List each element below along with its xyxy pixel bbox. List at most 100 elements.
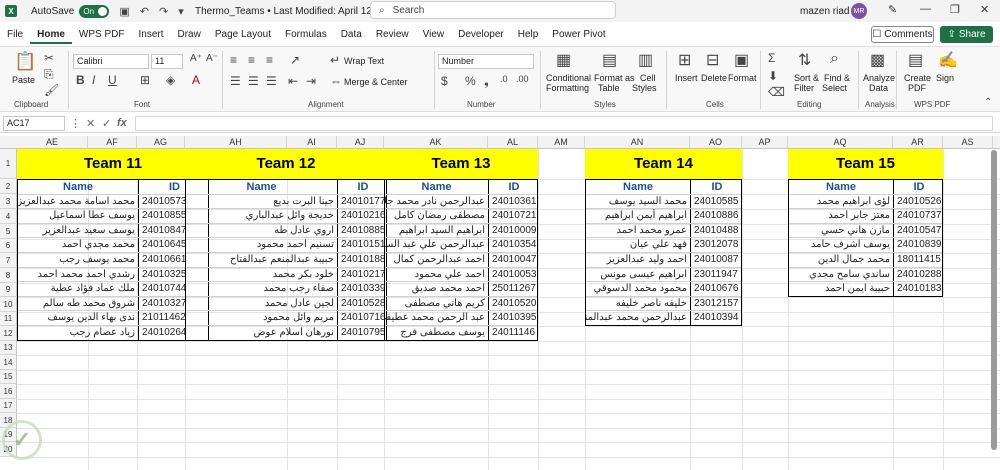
name-cell[interactable]: مريم وائل محمود: [186, 311, 338, 325]
name-cell[interactable]: كريم هاني مصطفى: [385, 296, 489, 311]
id-cell[interactable]: 24010217: [338, 268, 386, 282]
name-cell[interactable]: يوسف سعيد عبدالعزيز: [18, 223, 139, 238]
name-cell[interactable]: Name: [586, 180, 691, 194]
menu-formulas[interactable]: Formulas: [278, 26, 334, 44]
font-color-icon[interactable]: A: [192, 73, 200, 87]
name-cell[interactable]: عبدالرحمن علي عبد السلام: [385, 238, 489, 252]
search-box[interactable]: ⌕ Search: [370, 1, 616, 19]
name-cell[interactable]: حبيبة ايمن احمد: [789, 282, 894, 296]
merge-center-button[interactable]: Merge & Center: [344, 77, 408, 87]
team-title[interactable]: Team 12: [185, 149, 387, 179]
comments-button[interactable]: ☐ Comments: [871, 26, 934, 43]
menu-data[interactable]: Data: [334, 26, 369, 44]
name-cell[interactable]: احمد علي محمود: [385, 267, 489, 282]
table-row[interactable]: ابراهيم عيسى مونس 23011947: [586, 267, 741, 283]
id-cell[interactable]: 24010737: [894, 209, 942, 223]
table-row[interactable]: عبد الرحمن محمد عطيفي 24010395: [385, 311, 537, 326]
column-header[interactable]: AH: [185, 136, 287, 149]
table-row[interactable]: يوسف مصطفى فرج 24011146: [385, 326, 537, 340]
id-cell[interactable]: 24010394: [691, 311, 741, 325]
align-left-icon[interactable]: ☰: [230, 74, 241, 88]
align-top-icon[interactable]: ≡: [230, 53, 237, 67]
number-format-dropdown[interactable]: Number: [438, 54, 534, 69]
analyze-data-button[interactable]: Analyze: [863, 73, 895, 83]
table-row[interactable]: مصطفى رمضان كامل 24010721: [385, 209, 537, 224]
name-cell[interactable]: نورهان اسلام عوض: [186, 326, 338, 340]
align-center-icon[interactable]: ☰: [248, 74, 259, 88]
name-cell[interactable]: احمد محمد صديق: [385, 282, 489, 296]
decrease-indent-icon[interactable]: ⇤: [288, 74, 298, 88]
id-cell[interactable]: 24010339: [338, 282, 386, 296]
cut-icon[interactable]: ✂: [44, 51, 54, 65]
id-cell[interactable]: 24010183: [894, 282, 942, 296]
row-header[interactable]: 2: [0, 179, 17, 194]
id-cell[interactable]: 24010795: [338, 326, 386, 340]
id-cell[interactable]: 24010047: [489, 253, 537, 267]
conditional-formatting-label[interactable]: Conditional: [546, 73, 591, 83]
increase-indent-icon[interactable]: ⇥: [306, 74, 316, 88]
column-header[interactable]: AQ: [788, 136, 893, 149]
table-row[interactable]: محمد مجدي احمد 24010645: [18, 238, 208, 253]
name-cell[interactable]: فهد علي عيان: [586, 238, 691, 252]
paste-icon[interactable]: 📋: [14, 51, 36, 72]
column-header[interactable]: AF: [88, 136, 137, 149]
cell-styles-label[interactable]: Cell: [640, 73, 656, 83]
name-cell[interactable]: ساندي سامح مجدي: [789, 267, 894, 282]
id-cell[interactable]: 24010526: [894, 195, 942, 209]
name-cell[interactable]: خليفه ناصر خليفه: [586, 296, 691, 311]
format-cells-icon[interactable]: ▣: [734, 50, 749, 70]
column-header[interactable]: AM: [538, 136, 585, 149]
row-header[interactable]: 8: [0, 268, 17, 283]
paste-button[interactable]: Paste: [12, 75, 35, 85]
name-cell[interactable]: خديجة وائل عبدالباري: [186, 209, 338, 223]
analyze-data-icon[interactable]: ▩: [870, 50, 885, 70]
wrap-text-button[interactable]: Wrap Text: [344, 56, 384, 66]
table-row[interactable]: تسنيم احمد محمود 24010151: [186, 238, 386, 253]
percent-icon[interactable]: %: [465, 74, 476, 88]
create-pdf-button[interactable]: Create: [904, 73, 931, 83]
name-cell[interactable]: Name: [789, 180, 894, 194]
insert-cells-icon[interactable]: ⊞: [678, 50, 691, 70]
id-cell[interactable]: 24010361: [489, 195, 537, 209]
name-cell[interactable]: ملك عماد فؤاد عطية: [18, 282, 139, 296]
menu-draw[interactable]: Draw: [171, 26, 208, 44]
menu-wps-pdf[interactable]: WPS PDF: [72, 26, 132, 44]
autosum-icon[interactable]: Σ: [768, 51, 775, 65]
column-header[interactable]: AK: [384, 136, 488, 149]
name-cell[interactable]: جينا البرت بديع: [186, 194, 338, 209]
id-cell[interactable]: 24010585: [691, 195, 741, 209]
table-row[interactable]: ساندي سامح مجدي 24010288: [789, 267, 942, 283]
id-cell[interactable]: ID: [894, 180, 942, 194]
name-cell[interactable]: معتز جابر احمد: [789, 209, 894, 223]
id-cell[interactable]: 24010886: [691, 209, 741, 223]
name-cell[interactable]: عبدالرحمن نادر محمد جلال: [385, 194, 489, 209]
row-header[interactable]: 9: [0, 283, 17, 297]
name-cell[interactable]: ابراهيم عيسى مونس: [586, 267, 691, 282]
menu-developer[interactable]: Developer: [451, 26, 511, 44]
id-cell[interactable]: 24010087: [691, 253, 741, 267]
table-row[interactable]: ابراهيم أيمن ابراهيم 24010886: [586, 209, 741, 224]
column-header[interactable]: AO: [690, 136, 742, 149]
id-cell[interactable]: ID: [338, 180, 386, 194]
name-cell[interactable]: خلود بكر محمد: [186, 267, 338, 282]
name-cell[interactable]: صفاء رجب محمد: [186, 282, 338, 296]
format-cells-button[interactable]: Format: [728, 73, 757, 83]
id-cell[interactable]: 24010839: [894, 238, 942, 252]
align-middle-icon[interactable]: ≡: [248, 53, 255, 67]
name-cell[interactable]: عبدالرحمن محمد عبدالمنعم: [586, 311, 691, 325]
id-cell[interactable]: 23012157: [691, 297, 741, 311]
name-cell[interactable]: محمد يوسف رجب: [18, 253, 139, 267]
id-cell[interactable]: 24010488: [691, 224, 741, 238]
create-pdf-icon[interactable]: ▤: [908, 50, 923, 70]
name-cell[interactable]: Name: [18, 180, 139, 194]
table-row[interactable]: لؤى ابراهيم محمد 24010526: [789, 194, 942, 210]
menu-home[interactable]: Home: [30, 26, 72, 44]
sign-button[interactable]: Sign: [936, 73, 954, 83]
increase-font-icon[interactable]: A⁺: [190, 53, 202, 64]
name-cell[interactable]: عبد الرحمن محمد عطيفي: [385, 311, 489, 325]
align-right-icon[interactable]: ☰: [266, 74, 277, 88]
row-header[interactable]: 6: [0, 239, 17, 253]
collapse-ribbon-icon[interactable]: ⌃: [984, 97, 992, 108]
menu-review[interactable]: Review: [369, 26, 416, 44]
menu-power-pivot[interactable]: Power Pivot: [545, 26, 612, 44]
